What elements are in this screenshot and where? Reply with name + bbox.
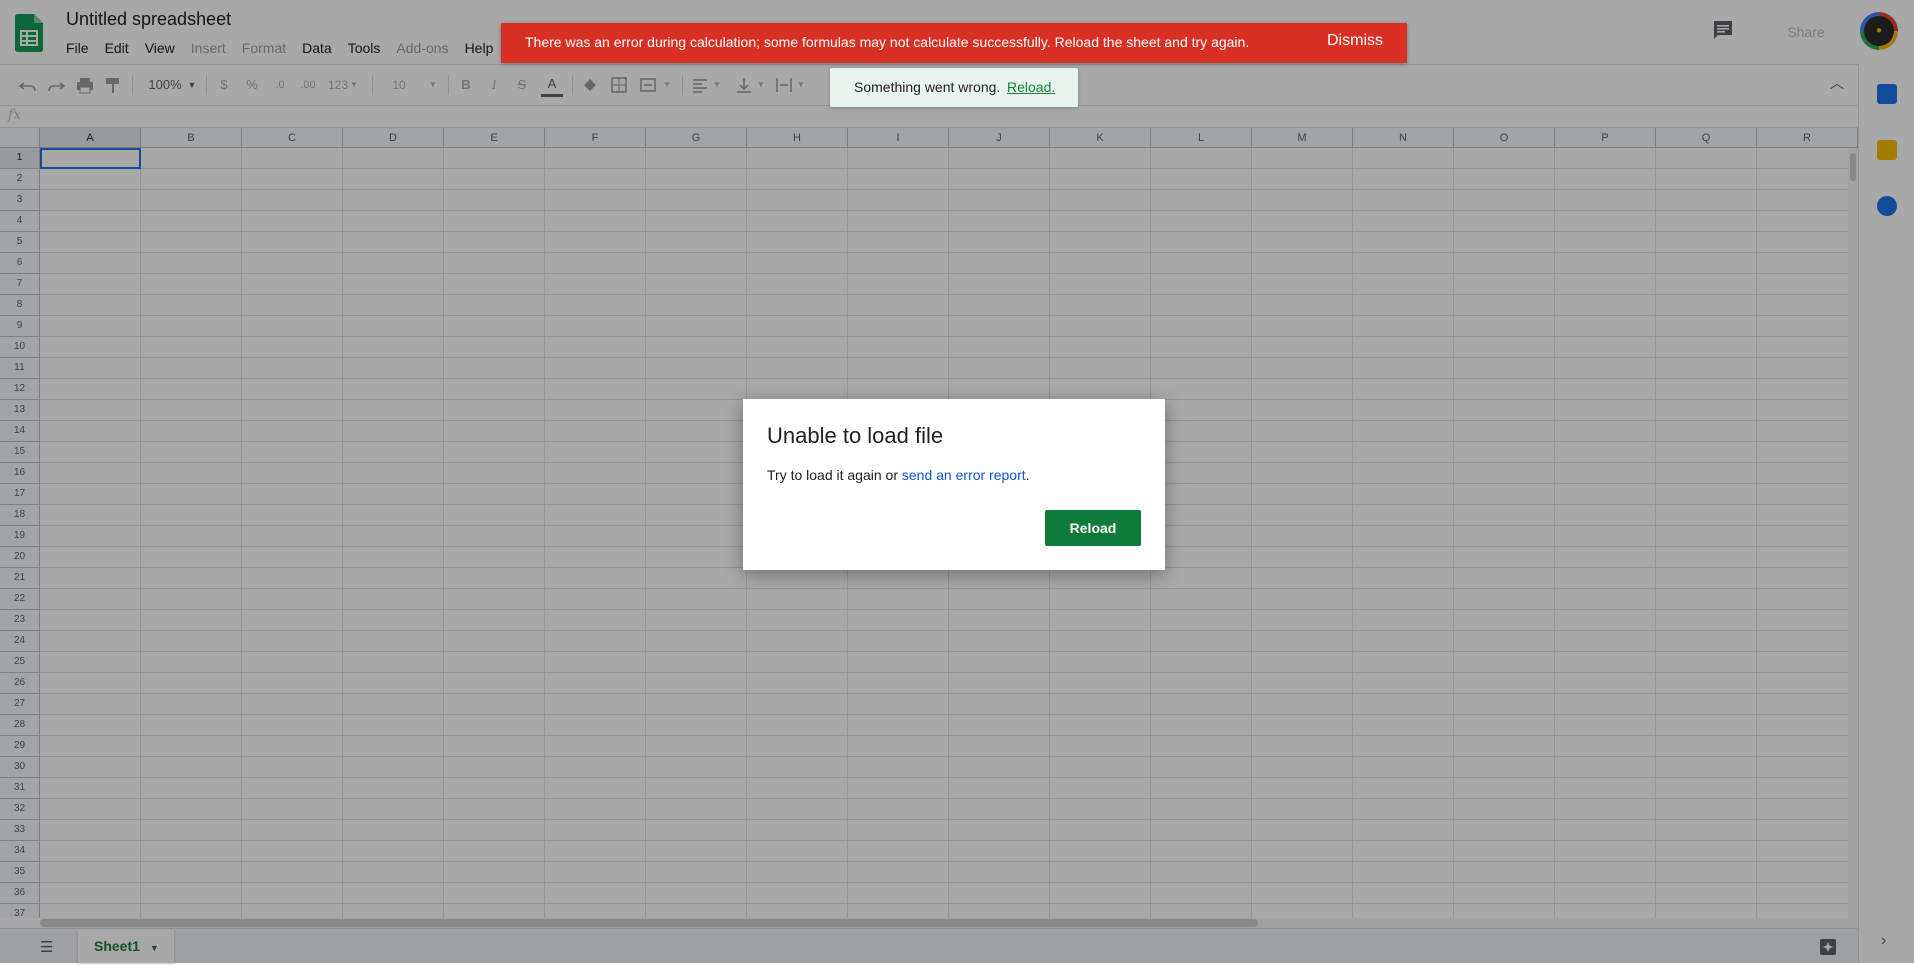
toast-message: Something went wrong. (854, 79, 1001, 95)
dismiss-button[interactable]: Dismiss (1327, 32, 1383, 50)
reload-button[interactable]: Reload (1045, 510, 1141, 546)
dialog-body-period: . (1025, 467, 1030, 483)
dialog-body-text: Try to load it again or (767, 467, 902, 483)
unable-to-load-dialog: Unable to load file Try to load it again… (743, 399, 1165, 570)
error-banner-message: There was an error during calculation; s… (525, 34, 1250, 50)
calculation-error-banner: There was an error during calculation; s… (501, 23, 1407, 63)
error-toast: Something went wrong. Reload. (830, 68, 1078, 107)
send-error-report-link[interactable]: send an error report (902, 467, 1026, 483)
dialog-title: Unable to load file (767, 423, 944, 448)
dialog-body: Try to load it again or send an error re… (767, 467, 1030, 483)
toast-reload-link[interactable]: Reload. (1007, 79, 1055, 95)
